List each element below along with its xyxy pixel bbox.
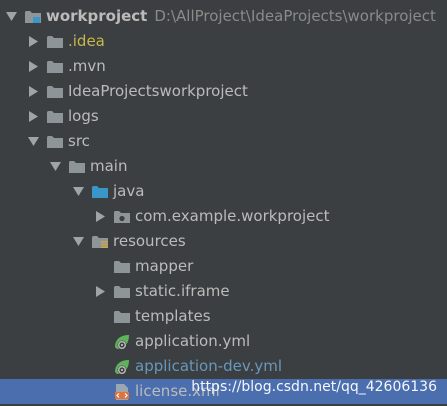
chevron-right-icon[interactable] bbox=[27, 54, 40, 79]
spring-config-icon bbox=[113, 329, 131, 354]
chevron-down-icon[interactable] bbox=[72, 179, 85, 204]
tree-item-java[interactable]: java bbox=[0, 179, 447, 204]
tree-item-label: logs bbox=[68, 107, 99, 125]
tree-item-label: templates bbox=[135, 307, 211, 325]
chevron-right-icon[interactable] bbox=[27, 104, 40, 129]
chevron-down-icon[interactable] bbox=[49, 154, 62, 179]
chevron-right-icon[interactable] bbox=[94, 204, 107, 229]
folder-icon bbox=[46, 54, 64, 79]
folder-icon bbox=[113, 279, 131, 304]
tree-item-label: resources bbox=[113, 232, 186, 250]
tree-item-workproject[interactable]: workproject D:\AllProject\IdeaProjects\w… bbox=[0, 4, 447, 29]
tree-item-label: com.example.workproject bbox=[135, 207, 330, 225]
tree-item-label: .mvn bbox=[68, 57, 106, 75]
tree-item-label: src bbox=[68, 132, 90, 150]
module-folder-icon bbox=[24, 4, 42, 29]
tree-item-logs[interactable]: logs bbox=[0, 104, 447, 129]
tree-item-label: mapper bbox=[135, 257, 194, 275]
tree-item-mvn[interactable]: .mvn bbox=[0, 54, 447, 79]
tree-item-label: .idea bbox=[68, 32, 105, 50]
xml-file-icon bbox=[113, 379, 131, 404]
package-icon bbox=[113, 204, 131, 229]
tree-item-ideaprojectsworkproject[interactable]: IdeaProjectsworkproject bbox=[0, 79, 447, 104]
folder-icon bbox=[46, 129, 64, 154]
tree-item-label: java bbox=[113, 182, 145, 200]
tree-item-idea[interactable]: .idea bbox=[0, 29, 447, 54]
chevron-down-icon[interactable] bbox=[5, 4, 18, 29]
tree-item-label: application-dev.yml bbox=[135, 357, 283, 375]
tree-item-templates[interactable]: templates bbox=[0, 304, 447, 329]
tree-item-com-example-workproject[interactable]: com.example.workproject bbox=[0, 204, 447, 229]
tree-item-application-dev-yml[interactable]: application-dev.yml bbox=[0, 354, 447, 379]
folder-icon bbox=[46, 104, 64, 129]
tree-item-label: workproject bbox=[46, 7, 148, 25]
chevron-down-icon[interactable] bbox=[72, 229, 85, 254]
source-folder-icon bbox=[91, 179, 109, 204]
folder-icon bbox=[46, 79, 64, 104]
watermark-text: https://blog.csdn.net/qq_42606136 bbox=[191, 379, 437, 395]
spring-config-icon bbox=[113, 354, 131, 379]
resources-folder-icon bbox=[91, 229, 109, 254]
tree-item-label: static.iframe bbox=[135, 282, 230, 300]
tree-item-label: main bbox=[90, 157, 128, 175]
folder-icon bbox=[46, 29, 64, 54]
tree-item-application-yml[interactable]: application.yml bbox=[0, 329, 447, 354]
chevron-right-icon[interactable] bbox=[27, 79, 40, 104]
tree-item-main[interactable]: main bbox=[0, 154, 447, 179]
folder-icon bbox=[113, 304, 131, 329]
chevron-right-icon[interactable] bbox=[27, 29, 40, 54]
tree-item-label: application.yml bbox=[135, 332, 251, 350]
chevron-down-icon[interactable] bbox=[27, 129, 40, 154]
tree-item-resources[interactable]: resources bbox=[0, 229, 447, 254]
tree-item-mapper[interactable]: mapper bbox=[0, 254, 447, 279]
tree-item-static-iframe[interactable]: static.iframe bbox=[0, 279, 447, 304]
chevron-right-icon[interactable] bbox=[94, 279, 107, 304]
folder-icon bbox=[113, 254, 131, 279]
project-path: D:\AllProject\IdeaProjects\workproject bbox=[154, 7, 436, 25]
folder-icon bbox=[68, 154, 86, 179]
project-tree: workproject D:\AllProject\IdeaProjects\w… bbox=[0, 4, 447, 404]
tree-item-label: IdeaProjectsworkproject bbox=[68, 82, 248, 100]
tree-item-src[interactable]: src bbox=[0, 129, 447, 154]
